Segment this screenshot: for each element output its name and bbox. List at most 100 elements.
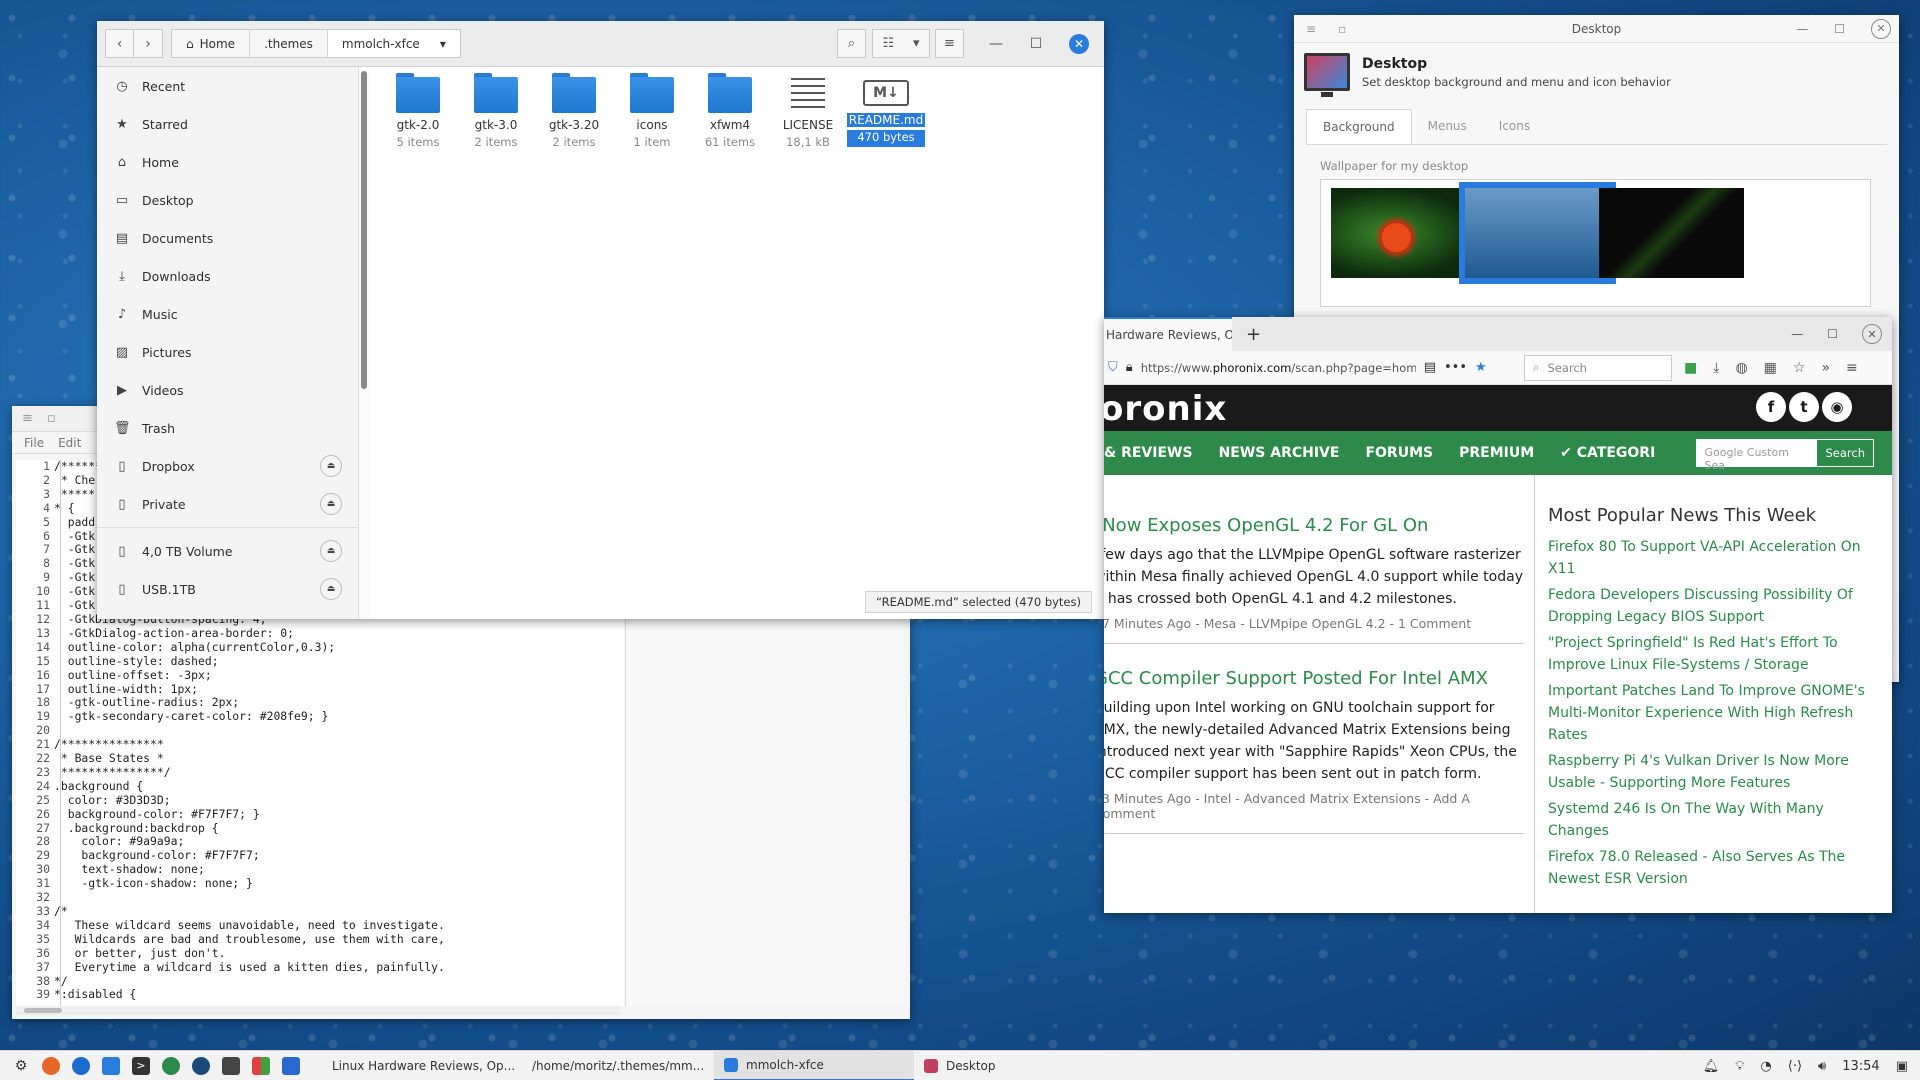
rss-icon[interactable]: ◉ — [1822, 392, 1852, 422]
eject-icon[interactable]: ⏏ — [320, 455, 342, 477]
sidebar-item-4-0-tb-volume[interactable]: ▯ 4,0 TB Volume ⏏ — [97, 532, 358, 570]
qr-icon[interactable]: ▦ — [1764, 360, 1777, 376]
popular-news-item[interactable]: Important Patches Land To Improve GNOME'… — [1548, 680, 1878, 746]
sidebar-item-pictures[interactable]: ▨ Pictures — [97, 333, 358, 371]
file-manager-window[interactable]: ‹ › ⌂ Home .themes mmolch-xfce ▾ ⌕ ☷ ▾ ≡ — … — [97, 21, 1104, 619]
breadcrumb-home[interactable]: ⌂ Home — [172, 30, 251, 57]
eject-icon[interactable]: ⏏ — [320, 540, 342, 562]
taskbar-task[interactable]: Linux Hardware Reviews, Op... — [314, 1051, 514, 1080]
chromium-launcher-icon[interactable] — [72, 1056, 90, 1075]
article-title[interactable]: GCC Compiler Support Posted For Intel AM… — [1104, 668, 1524, 689]
view-toggle-button[interactable]: ☷ ▾ — [872, 29, 930, 58]
article-meta[interactable]: 57 Minutes Ago - Mesa - LLVMpipe OpenGL … — [1104, 616, 1524, 631]
terminal-launcher-icon[interactable]: > — [132, 1056, 150, 1075]
show-desktop-icon[interactable]: ▣ — [1896, 1059, 1908, 1074]
bookmark-star-icon[interactable]: ★ — [1475, 360, 1487, 375]
menu-file[interactable]: File — [24, 436, 44, 450]
file-item-license[interactable]: LICENSE 18,1 kB — [769, 73, 847, 149]
close-button[interactable]: ✕ — [1069, 34, 1089, 54]
taskbar-task[interactable]: mmolch-xfce — [714, 1050, 914, 1080]
tab-menus[interactable]: Menus — [1412, 109, 1483, 144]
network-icon[interactable]: ⟨·⟩ — [1788, 1059, 1802, 1074]
minimize-icon[interactable]: — — [1796, 22, 1808, 36]
calculator-launcher-icon[interactable] — [222, 1056, 240, 1075]
reader-view-icon[interactable]: ▤ — [1424, 360, 1436, 375]
download-icon[interactable]: ⤓ — [1713, 360, 1719, 376]
facebook-icon[interactable]: f — [1756, 392, 1786, 422]
sidebar-item-documents[interactable]: ▤ Documents — [97, 219, 358, 257]
wallpaper-thumb-matrix[interactable] — [1599, 188, 1744, 278]
pocket-icon[interactable]: ☆ — [1793, 360, 1806, 376]
new-tab-button[interactable]: + — [1246, 324, 1261, 345]
files-launcher-icon[interactable] — [102, 1056, 120, 1075]
page-actions-icon[interactable]: ••• — [1444, 360, 1467, 375]
window-menu-icon[interactable]: ≡ — [22, 411, 33, 426]
article-meta[interactable]: 63 Minutes Ago - Intel - Advanced Matrix… — [1104, 791, 1524, 821]
breadcrumb-current[interactable]: mmolch-xfce ▾ — [327, 30, 460, 57]
sidebar-item-trash[interactable]: 🗑︎ Trash — [97, 409, 358, 447]
lock-icon[interactable]: 🔒︎ — [1126, 360, 1133, 375]
close-icon[interactable]: ✕ — [1862, 324, 1882, 344]
popular-news-item[interactable]: Systemd 246 Is On The Way With Many Chan… — [1548, 798, 1878, 842]
taskbar-task[interactable]: /home/moritz/.themes/mm... — [514, 1051, 714, 1080]
maximize-button[interactable]: ☐ — [1023, 31, 1049, 57]
overflow-icon[interactable]: » — [1821, 360, 1830, 376]
popular-news-item[interactable]: Fedora Developers Discussing Possibility… — [1548, 584, 1878, 628]
hamburger-icon[interactable]: ≡ — [1846, 360, 1858, 376]
popular-news-item[interactable]: Firefox 78.0 Released - Also Serves As T… — [1548, 846, 1878, 890]
popular-news-item[interactable]: Firefox 80 To Support VA-API Acceleratio… — [1548, 536, 1878, 580]
steam-launcher-icon[interactable] — [192, 1056, 210, 1075]
article-title[interactable]: pe Now Exposes OpenGL 4.2 For GL On — [1104, 515, 1524, 536]
minimize-button[interactable]: — — [983, 31, 1009, 57]
container-icon[interactable]: ◍ — [1735, 360, 1747, 376]
minimize-icon[interactable]: — — [1791, 327, 1803, 341]
breadcrumb-themes[interactable]: .themes — [250, 30, 328, 57]
popular-news-item[interactable]: "Project Springfield" Is Red Hat's Effor… — [1548, 632, 1878, 676]
forward-button[interactable]: › — [134, 29, 163, 58]
sidebar-item-dropbox[interactable]: ▯ Dropbox ⏏ — [97, 447, 358, 485]
wallpaper-thumb-rose[interactable] — [1331, 188, 1476, 278]
sidebar-item-home[interactable]: ⌂ Home — [97, 143, 358, 181]
clock[interactable]: 13:54 — [1842, 1059, 1879, 1074]
firefox-launcher-icon[interactable] — [42, 1056, 60, 1075]
vm-launcher-icon[interactable] — [282, 1056, 300, 1075]
nav-forums[interactable]: FORUMS — [1365, 445, 1433, 461]
google-search-button[interactable]: Search — [1816, 439, 1874, 467]
sidebar-item-music[interactable]: ♪ Music — [97, 295, 358, 333]
horizontal-scrollbar[interactable] — [16, 1006, 620, 1015]
twitter-icon[interactable]: t — [1789, 392, 1819, 422]
file-view[interactable]: “README.md” selected (470 bytes) gtk-2.0… — [369, 67, 1104, 619]
window-menu-icon[interactable]: ≡ — [1306, 22, 1316, 36]
url-field[interactable]: https://www.phoronix.com/scan.php?page=h… — [1141, 361, 1416, 375]
extension-icon[interactable]: ■ — [1684, 360, 1697, 376]
eject-icon[interactable]: ⏏ — [320, 493, 342, 515]
sidebar-item-downloads[interactable]: ⤓ Downloads — [97, 257, 358, 295]
nav-premium[interactable]: PREMIUM — [1459, 445, 1534, 461]
google-search-input[interactable]: Google Custom Sea — [1696, 439, 1817, 472]
nav-reviews[interactable]: & REVIEWS — [1104, 445, 1193, 461]
search-field[interactable]: ⌕ Search — [1524, 354, 1672, 381]
volume-icon[interactable]: 🔊︎ — [1818, 1059, 1826, 1074]
music-launcher-icon[interactable] — [162, 1056, 180, 1075]
stick-icon[interactable]: ▫ — [1338, 22, 1346, 36]
bulb-icon[interactable]: 💡︎ — [1735, 1059, 1744, 1074]
popular-news-item[interactable]: Raspberry Pi 4's Vulkan Driver Is Now Mo… — [1548, 750, 1878, 794]
eject-icon[interactable]: ⏏ — [320, 578, 342, 600]
sidebar-item-recent[interactable]: ◷ Recent — [97, 67, 358, 105]
maximize-icon[interactable]: ☐ — [1827, 327, 1838, 341]
maximize-icon[interactable]: ☐ — [1834, 22, 1845, 36]
browser-tab[interactable]: Hardware Reviews, Open-So — [1104, 317, 1232, 351]
close-icon[interactable]: ✕ — [1871, 18, 1891, 39]
sidebar-item-usb-1tb[interactable]: ▯ USB.1TB ⏏ — [97, 570, 358, 608]
file-item-gtk-2-0[interactable]: gtk-2.0 5 items — [379, 73, 457, 149]
wallpaper-thumb-rain[interactable] — [1459, 182, 1616, 284]
sidebar-scrollbar[interactable] — [361, 71, 367, 389]
file-item-xfwm4[interactable]: xfwm4 61 items — [691, 73, 769, 149]
app-menu-icon[interactable]: ⚙ — [12, 1057, 30, 1075]
menu-edit[interactable]: Edit — [58, 436, 81, 450]
file-item-gtk-3-0[interactable]: gtk-3.0 2 items — [457, 73, 535, 149]
file-item-gtk-3-20[interactable]: gtk-3.20 2 items — [535, 73, 613, 149]
sidebar-item-starred[interactable]: ★ Starred — [97, 105, 358, 143]
file-item-icons[interactable]: icons 1 item — [613, 73, 691, 149]
stick-icon[interactable]: ▫ — [47, 411, 56, 426]
